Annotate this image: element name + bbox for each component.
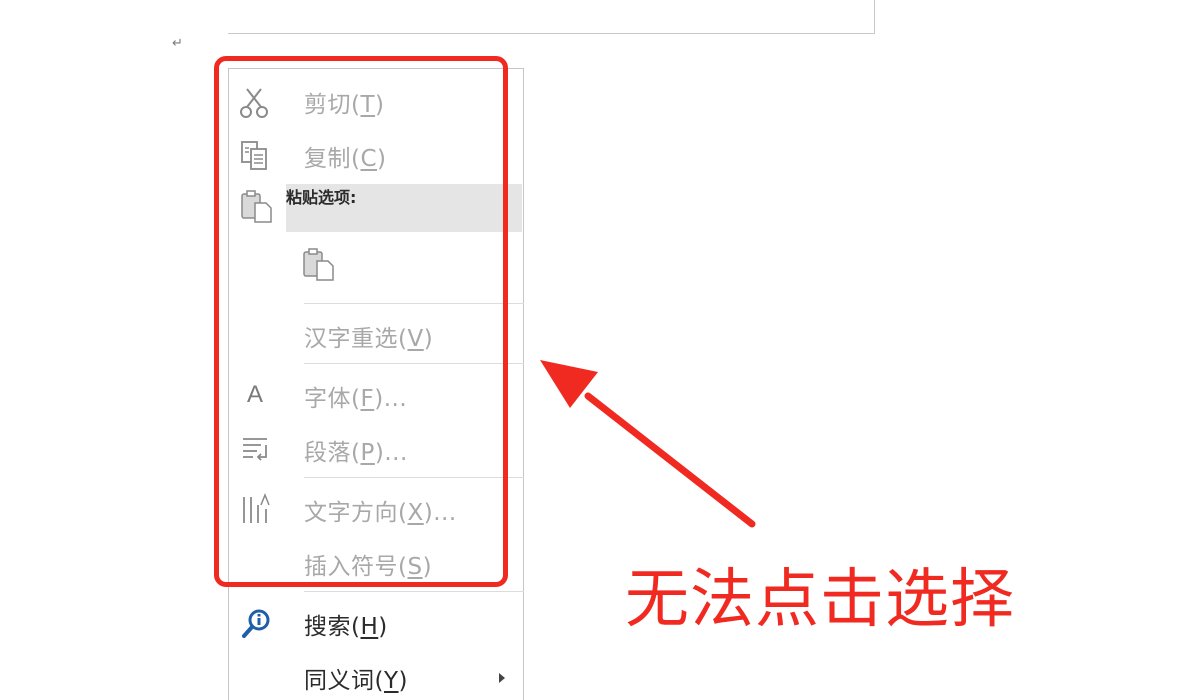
screenshot-stage: ↵ 剪切(T) 复制(C) 粘贴选项: 汉字重选(V) A 字体(F)... 段… — [0, 0, 1188, 700]
annotation-text: 无法点击选择 — [625, 563, 1015, 637]
